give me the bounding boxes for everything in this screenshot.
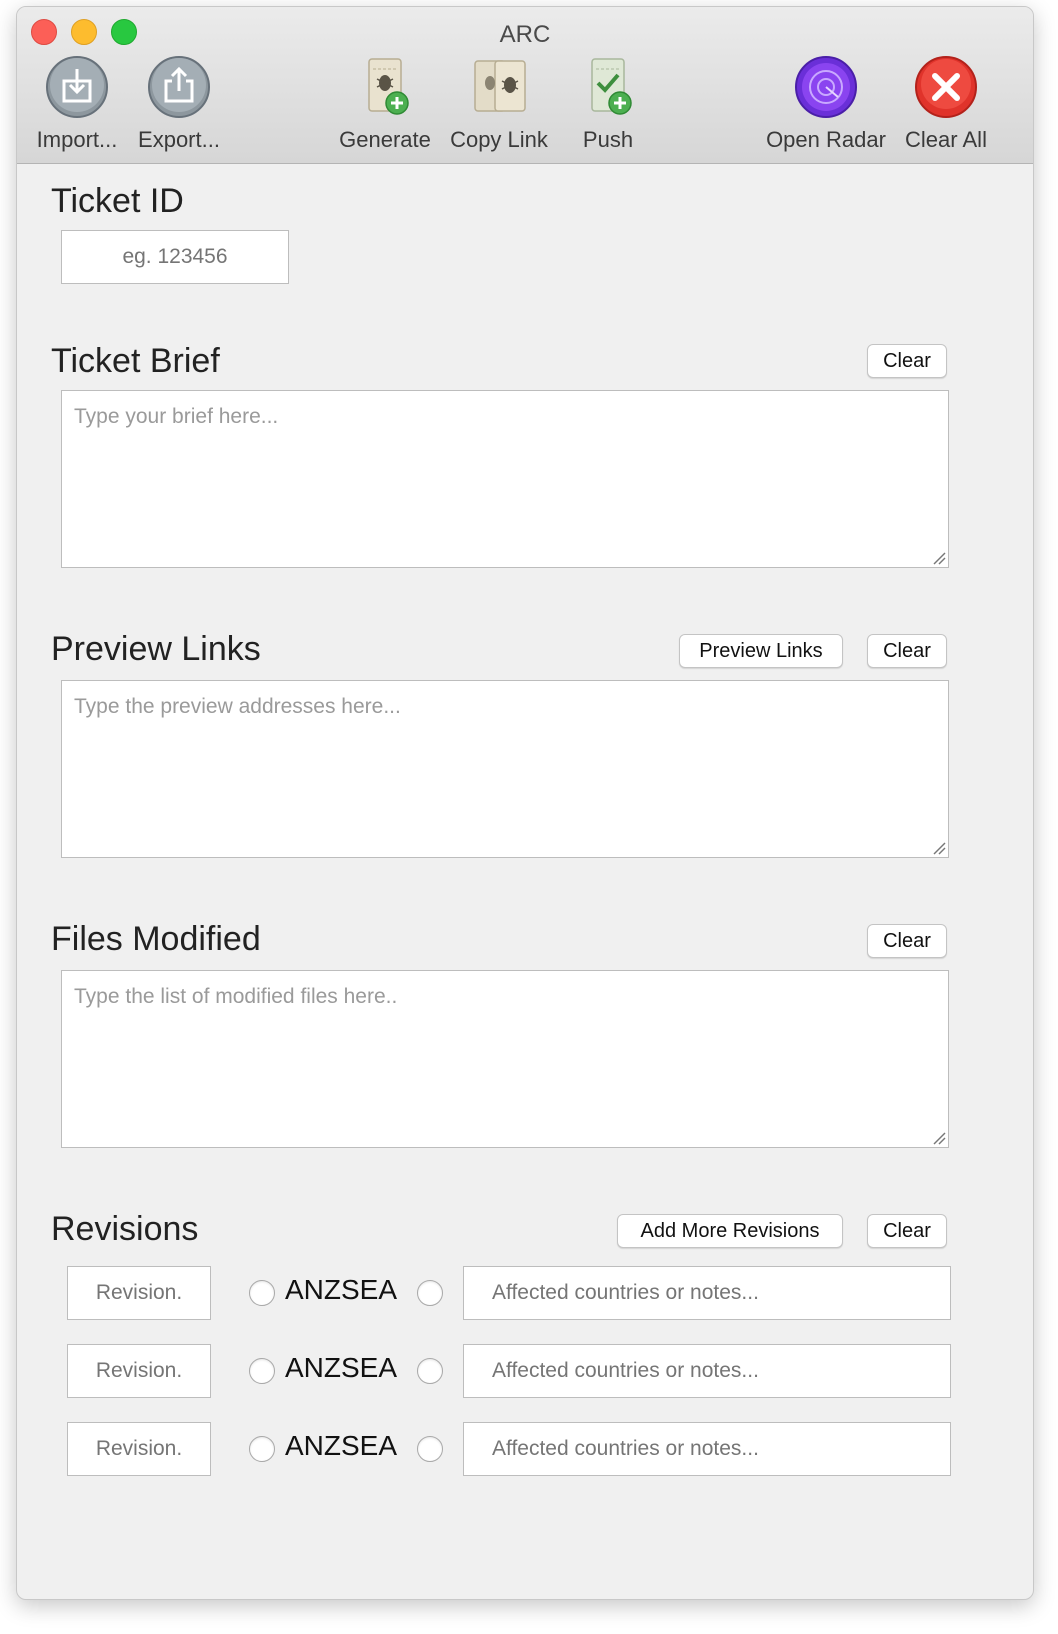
import-icon bbox=[45, 55, 109, 119]
ticket-id-title: Ticket ID bbox=[51, 182, 184, 220]
ticket-brief-textarea[interactable]: Type your brief here... bbox=[61, 390, 949, 568]
preview-links-title: Preview Links bbox=[51, 630, 261, 668]
preview-links-textarea[interactable]: Type the preview addresses here... bbox=[61, 680, 949, 858]
ticket-id-input[interactable] bbox=[61, 230, 289, 284]
preview-links-clear-button[interactable]: Clear bbox=[867, 634, 947, 668]
region-radio[interactable] bbox=[249, 1358, 275, 1384]
revisions-clear-button[interactable]: Clear bbox=[867, 1214, 947, 1248]
revision-notes-input[interactable] bbox=[463, 1266, 951, 1320]
ticket-brief-title: Ticket Brief bbox=[51, 342, 220, 380]
other-region-radio[interactable] bbox=[417, 1358, 443, 1384]
clear-all-label: Clear All bbox=[905, 127, 987, 152]
resize-grip-icon[interactable] bbox=[932, 1131, 946, 1145]
app-window: ARC Import... Export... Generate Copy Li… bbox=[16, 6, 1034, 1600]
clear-all-button[interactable]: Clear All bbox=[899, 55, 993, 153]
region-radio[interactable] bbox=[249, 1436, 275, 1462]
region-label: ANZSEA bbox=[285, 1274, 398, 1305]
open-radar-label: Open Radar bbox=[766, 127, 886, 152]
copy-link-label: Copy Link bbox=[450, 127, 548, 152]
push-label: Push bbox=[582, 127, 634, 152]
generate-button[interactable]: Generate bbox=[335, 55, 435, 153]
import-label: Import... bbox=[36, 127, 118, 152]
region-label: ANZSEA bbox=[285, 1352, 398, 1383]
title-toolbar: ARC Import... Export... Generate Copy Li… bbox=[17, 7, 1033, 164]
revision-input[interactable] bbox=[67, 1422, 211, 1476]
ticket-brief-placeholder: Type your brief here... bbox=[74, 405, 279, 428]
copy-link-button[interactable]: Copy Link bbox=[445, 55, 553, 153]
revision-notes-input[interactable] bbox=[463, 1422, 951, 1476]
files-modified-placeholder: Type the list of modified files here.. bbox=[74, 985, 398, 1008]
other-region-radio[interactable] bbox=[417, 1280, 443, 1306]
preview-links-button[interactable]: Preview Links bbox=[679, 634, 843, 668]
push-button[interactable]: Push bbox=[573, 55, 643, 153]
open-radar-icon bbox=[794, 55, 858, 119]
open-radar-button[interactable]: Open Radar bbox=[763, 55, 889, 153]
revisions-title: Revisions bbox=[51, 1210, 199, 1248]
clear-all-icon bbox=[914, 55, 978, 119]
generate-icon bbox=[353, 55, 417, 119]
resize-grip-icon[interactable] bbox=[932, 551, 946, 565]
window-title: ARC bbox=[499, 21, 551, 48]
preview-links-placeholder: Type the preview addresses here... bbox=[74, 695, 401, 718]
revision-input[interactable] bbox=[67, 1266, 211, 1320]
export-icon bbox=[147, 55, 211, 119]
revision-input[interactable] bbox=[67, 1344, 211, 1398]
push-icon bbox=[576, 55, 640, 119]
revision-notes-input[interactable] bbox=[463, 1344, 951, 1398]
files-modified-textarea[interactable]: Type the list of modified files here.. bbox=[61, 970, 949, 1148]
region-radio[interactable] bbox=[249, 1280, 275, 1306]
other-region-radio[interactable] bbox=[417, 1436, 443, 1462]
export-label: Export... bbox=[138, 127, 220, 152]
add-more-revisions-button[interactable]: Add More Revisions bbox=[617, 1214, 843, 1248]
export-button[interactable]: Export... bbox=[133, 55, 225, 153]
import-button[interactable]: Import... bbox=[31, 55, 123, 153]
resize-grip-icon[interactable] bbox=[932, 841, 946, 855]
generate-label: Generate bbox=[339, 127, 431, 152]
files-modified-title: Files Modified bbox=[51, 920, 261, 958]
ticket-brief-clear-button[interactable]: Clear bbox=[867, 344, 947, 378]
copy-link-icon bbox=[467, 55, 531, 119]
files-modified-clear-button[interactable]: Clear bbox=[867, 924, 947, 958]
region-label: ANZSEA bbox=[285, 1430, 398, 1461]
